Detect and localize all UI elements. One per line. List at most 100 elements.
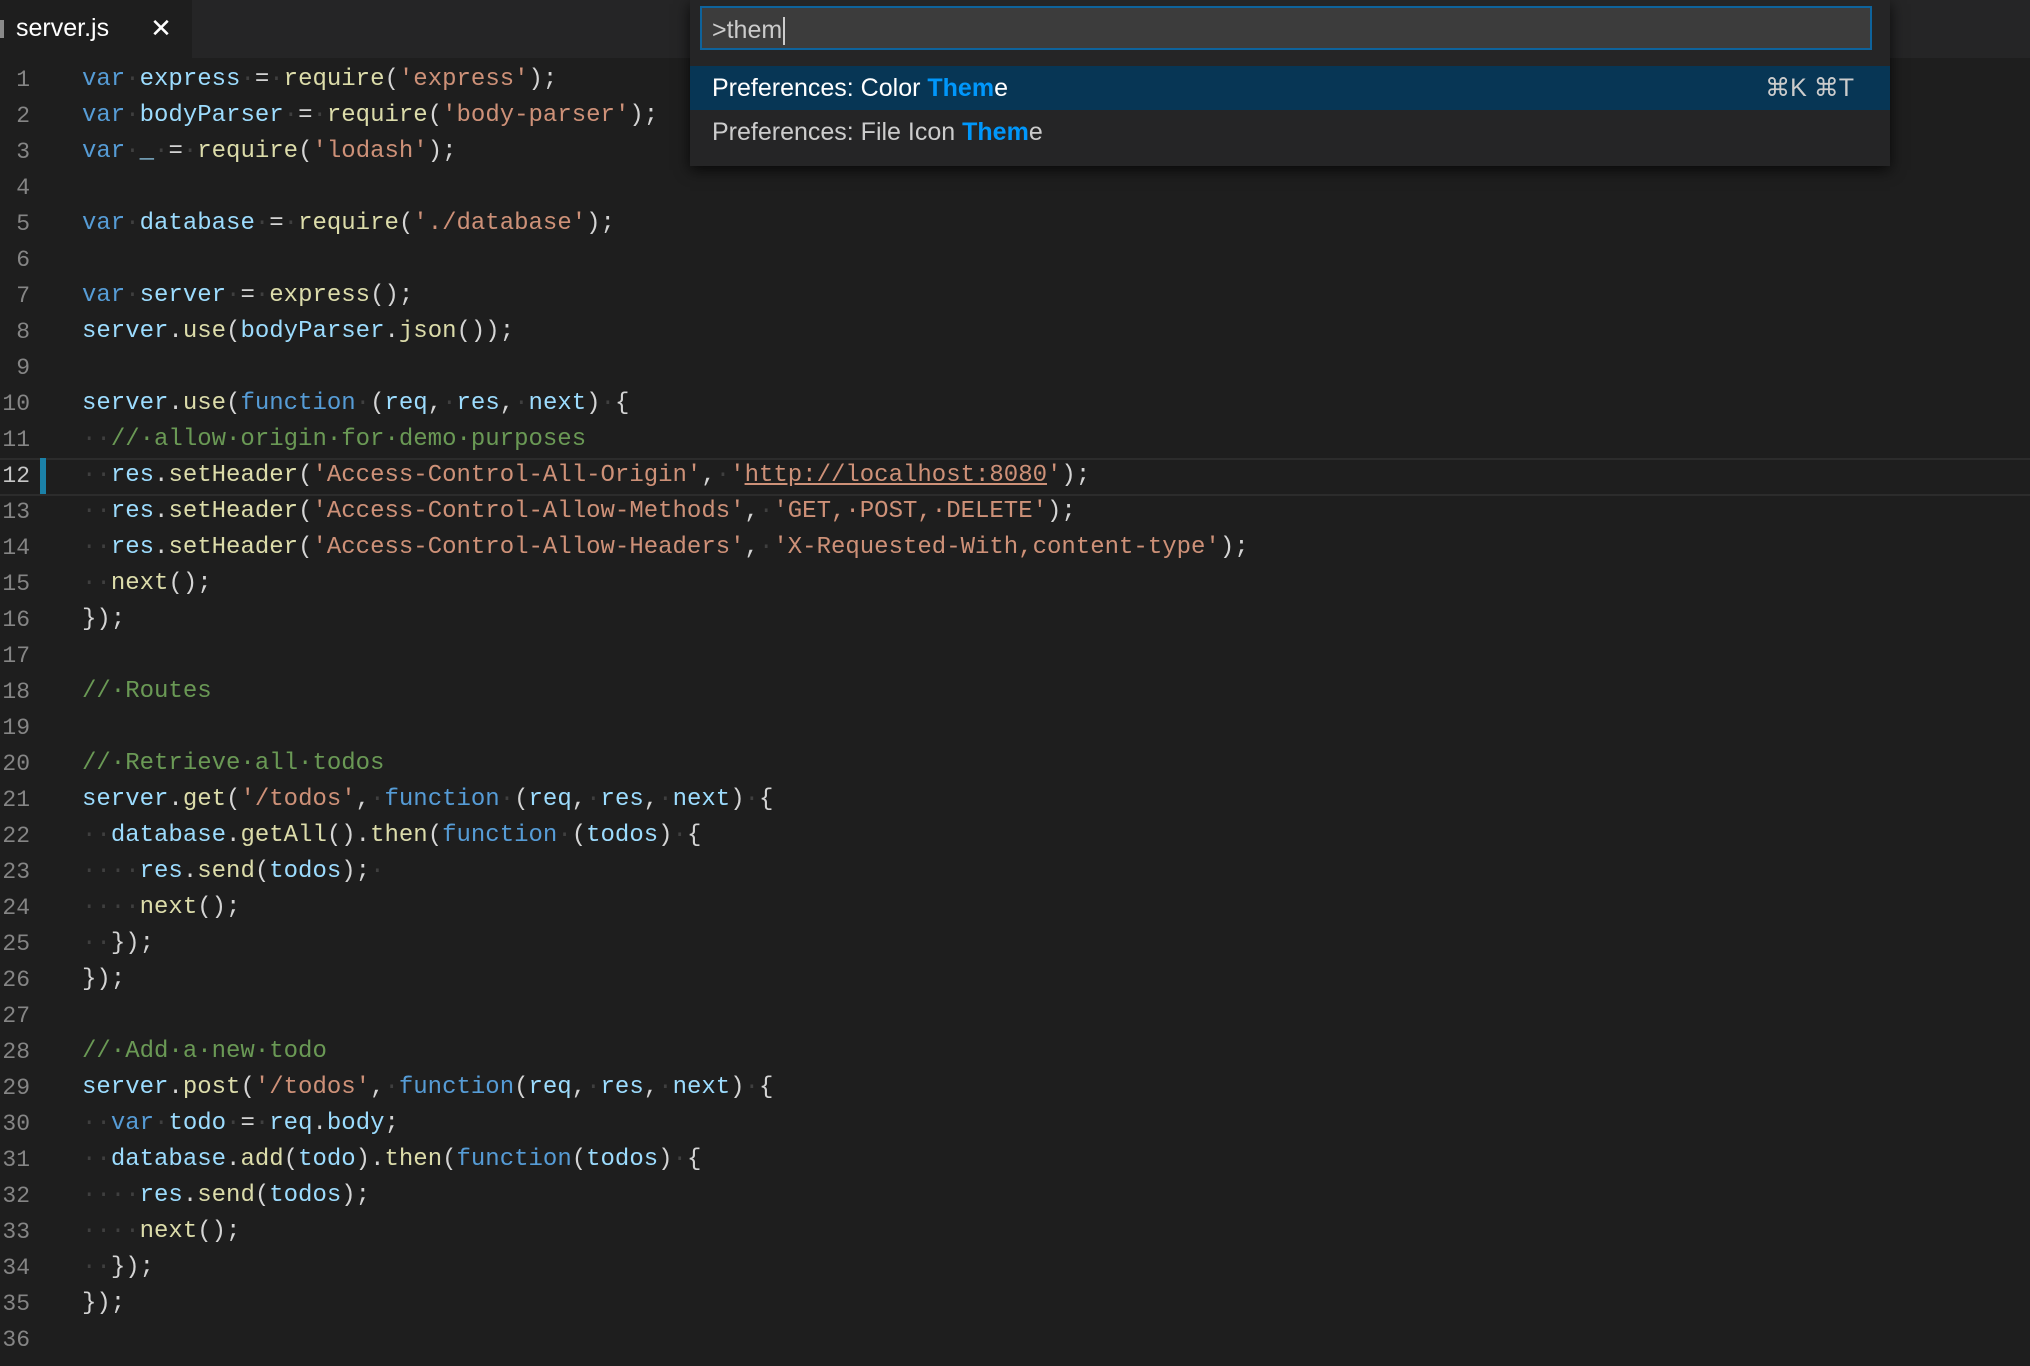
code-line[interactable]: 13 ··res.setHeader('Access-Control-Allow-… bbox=[0, 494, 2030, 530]
close-icon[interactable]: ✕ bbox=[150, 12, 172, 44]
code-line[interactable]: 6 bbox=[0, 242, 2030, 278]
code-text[interactable]: }); bbox=[82, 602, 125, 638]
code-line[interactable]: 16}); bbox=[0, 602, 2030, 638]
code-line[interactable]: 10 server.use(function·(req,·res,·next)·{ bbox=[0, 386, 2030, 422]
code-text[interactable]: var·_·=·require('lodash'); bbox=[82, 134, 457, 170]
code-text[interactable]: var·server·=·express(); bbox=[82, 278, 413, 314]
code-text[interactable]: var·bodyParser·=·require('body-parser'); bbox=[82, 98, 658, 134]
code-line[interactable]: 36 bbox=[0, 1322, 2030, 1358]
code-line[interactable]: 23 ····res.send(todos);· bbox=[0, 854, 2030, 890]
code-line[interactable]: 26}); bbox=[0, 962, 2030, 998]
code-line[interactable]: 19 bbox=[0, 710, 2030, 746]
line-number: 32 bbox=[2, 1183, 30, 1209]
code-text[interactable]: ····next(); bbox=[82, 890, 240, 926]
code-line[interactable]: 34 ··}); bbox=[0, 1250, 2030, 1286]
code-line[interactable]: 4 bbox=[0, 170, 2030, 206]
code-text[interactable]: }); bbox=[82, 1286, 125, 1322]
palette-item-color-theme[interactable]: Preferences: Color Theme ⌘K ⌘T bbox=[690, 66, 1890, 110]
code-text[interactable]: ··//·allow·origin·for·demo·purposes bbox=[82, 422, 586, 458]
line-number: 1 bbox=[16, 67, 30, 93]
code-text[interactable]: ····res.send(todos);· bbox=[82, 854, 384, 890]
code-token: _ bbox=[139, 138, 155, 165]
code-line[interactable]: 20 //·Retrieve·all·todos bbox=[0, 746, 2030, 782]
code-text[interactable]: ··res.setHeader('Access-Control-Allow-He… bbox=[82, 530, 1249, 566]
code-line[interactable]: 22 ··database.getAll().then(function·(tod… bbox=[0, 818, 2030, 854]
code-token: ( bbox=[226, 786, 241, 813]
code-line[interactable]: 17 bbox=[0, 638, 2030, 674]
code-token: use bbox=[182, 390, 227, 417]
code-text[interactable]: }); bbox=[82, 962, 125, 998]
code-text[interactable]: server.post('/todos',·function(req,·res,… bbox=[82, 1070, 773, 1106]
code-line[interactable]: 24 ····next(); bbox=[0, 890, 2030, 926]
code-token: ·· bbox=[82, 570, 111, 597]
code-line[interactable]: 28 //·Add·a·new·todo bbox=[0, 1034, 2030, 1070]
code-line[interactable]: 12 ··res.setHeader('Access-Control-All-Or… bbox=[0, 458, 2030, 496]
code-text[interactable]: //·Retrieve·all·todos bbox=[82, 746, 384, 782]
code-token: . bbox=[226, 1146, 241, 1173]
code-line[interactable]: 14 ··res.setHeader('Access-Control-Allow-… bbox=[0, 530, 2030, 566]
code-text[interactable]: ··database.getAll().then(function·(todos… bbox=[82, 818, 701, 854]
code-token: = bbox=[168, 138, 183, 165]
code-token: , bbox=[701, 462, 716, 489]
code-text[interactable]: //·Add·a·new·todo bbox=[82, 1034, 327, 1070]
code-line[interactable]: 25 ··}); bbox=[0, 926, 2030, 962]
code-line[interactable]: 29 server.post('/todos',·function(req,·re… bbox=[0, 1070, 2030, 1106]
code-text[interactable]: ····next(); bbox=[82, 1214, 240, 1250]
code-line[interactable]: 35}); bbox=[0, 1286, 2030, 1322]
code-token: · bbox=[154, 1110, 169, 1137]
code-token: . bbox=[182, 1182, 198, 1209]
code-text[interactable]: ··res.setHeader('Access-Control-Allow-Me… bbox=[82, 494, 1076, 530]
code-token: ···· bbox=[82, 894, 140, 921]
code-token: './database' bbox=[413, 210, 587, 237]
tab-server-js[interactable]: server.js ✕ bbox=[0, 0, 192, 58]
palette-item-file-icon-theme[interactable]: Preferences: File Icon Theme bbox=[690, 110, 1890, 154]
label-suffix: e bbox=[1028, 118, 1043, 146]
command-palette-input[interactable]: >them bbox=[700, 6, 1872, 50]
tab-label[interactable]: server.js bbox=[16, 12, 109, 44]
code-text[interactable]: ··res.setHeader('Access-Control-All-Orig… bbox=[82, 458, 1090, 494]
code-line[interactable]: 8 server.use(bodyParser.json()); bbox=[0, 314, 2030, 350]
code-text[interactable]: var·database·=·require('./database'); bbox=[82, 206, 615, 242]
code-token: . bbox=[384, 318, 399, 345]
code-text[interactable]: server.use(bodyParser.json()); bbox=[82, 314, 514, 350]
code-token: ( bbox=[240, 1074, 255, 1101]
code-editor[interactable]: 1 var·express·=·require('express'); 2 var·b… bbox=[0, 62, 2030, 1366]
code-line[interactable]: 30 ··var·todo·=·req.body; bbox=[0, 1106, 2030, 1142]
code-token: res bbox=[139, 1182, 183, 1209]
code-text[interactable]: ··var·todo·=·req.body; bbox=[82, 1106, 399, 1142]
code-token: }); bbox=[82, 966, 126, 993]
code-line[interactable]: 11 ··//·allow·origin·for·demo·purposes bbox=[0, 422, 2030, 458]
code-text[interactable]: server.use(function·(req,·res,·next)·{ bbox=[82, 386, 629, 422]
code-line[interactable]: 9 bbox=[0, 350, 2030, 386]
line-number: 10 bbox=[2, 391, 30, 417]
code-text[interactable]: ··}); bbox=[82, 926, 154, 962]
code-token: function bbox=[240, 390, 356, 417]
code-token: ( bbox=[254, 858, 270, 885]
code-text[interactable]: ··next(); bbox=[82, 566, 212, 602]
code-line[interactable]: 7 var·server·=·express(); bbox=[0, 278, 2030, 314]
code-text[interactable]: ····res.send(todos); bbox=[82, 1178, 370, 1214]
code-line[interactable]: 33 ····next(); bbox=[0, 1214, 2030, 1250]
code-token: function bbox=[456, 1146, 572, 1173]
code-token: ( bbox=[254, 1182, 270, 1209]
code-token: ) bbox=[730, 786, 745, 813]
code-text[interactable]: ··database.add(todo).then(function(todos… bbox=[82, 1142, 701, 1178]
code-text[interactable]: var·express·=·require('express'); bbox=[82, 62, 557, 98]
code-token: //·Routes bbox=[82, 678, 212, 705]
code-token: ( bbox=[514, 1074, 529, 1101]
code-token: ). bbox=[355, 1146, 385, 1173]
code-line[interactable]: 27 bbox=[0, 998, 2030, 1034]
code-line[interactable]: 18 //·Routes bbox=[0, 674, 2030, 710]
code-line[interactable]: 21 server.get('/todos',·function·(req,·re… bbox=[0, 782, 2030, 818]
code-text[interactable]: server.get('/todos',·function·(req,·res,… bbox=[82, 782, 773, 818]
code-text[interactable]: ··}); bbox=[82, 1250, 154, 1286]
code-token: ) bbox=[586, 390, 601, 417]
tab-edge-marker bbox=[0, 20, 4, 38]
code-line[interactable]: 15 ··next(); bbox=[0, 566, 2030, 602]
code-token: · bbox=[269, 66, 284, 93]
code-line[interactable]: 31 ··database.add(todo).then(function(tod… bbox=[0, 1142, 2030, 1178]
code-token: ·· bbox=[82, 498, 111, 525]
code-line[interactable]: 5 var·database·=·require('./database'); bbox=[0, 206, 2030, 242]
code-text[interactable]: //·Routes bbox=[82, 674, 212, 710]
code-line[interactable]: 32 ····res.send(todos); bbox=[0, 1178, 2030, 1214]
